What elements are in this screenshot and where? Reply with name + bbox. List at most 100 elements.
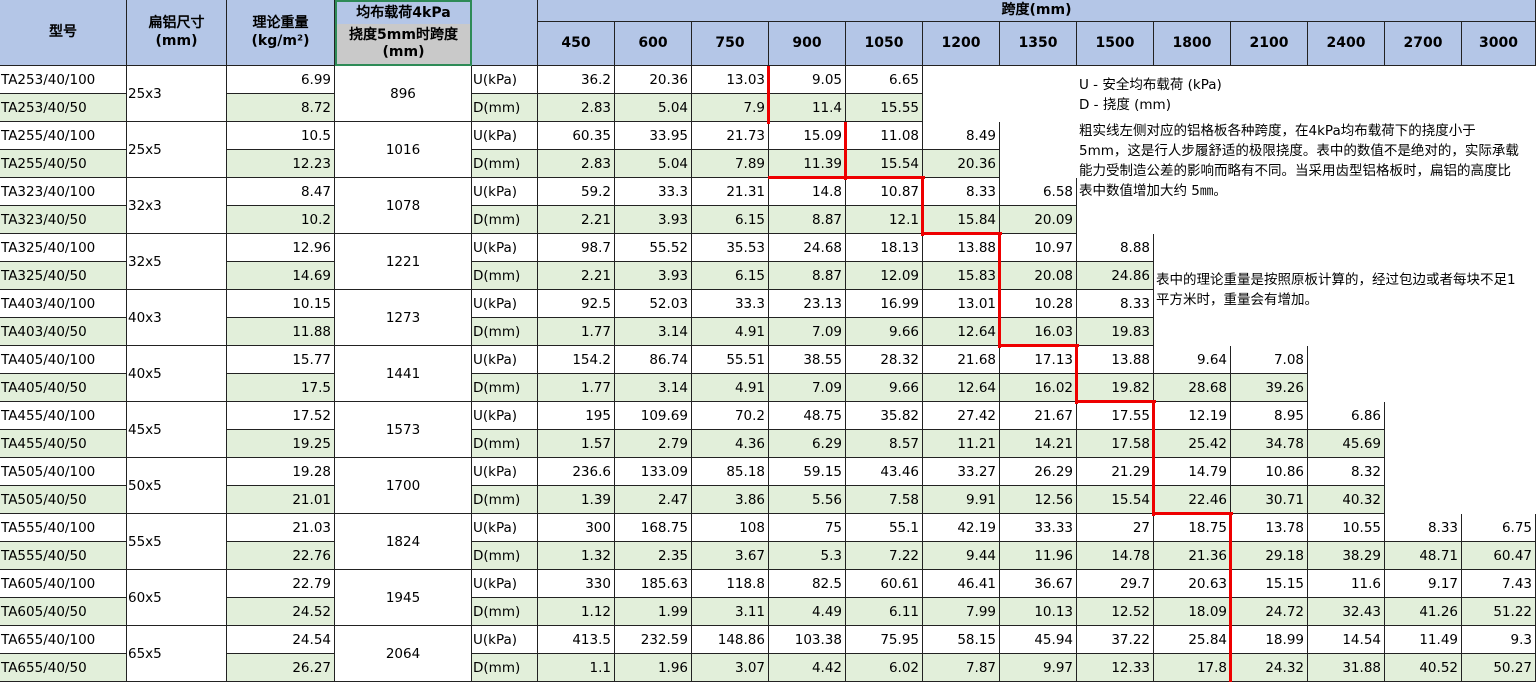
value-cell: 4.91: [692, 374, 769, 402]
value-cell: 27.42: [923, 402, 1000, 430]
header-span-1200-text: 1200: [941, 34, 981, 51]
weight-cell: 11.88: [227, 318, 335, 346]
value-cell: 55.1: [846, 514, 923, 542]
value-cell: 21.67: [1000, 402, 1077, 430]
value-cell: 33.33: [1000, 514, 1077, 542]
value-cell: 10.55: [1308, 514, 1385, 542]
value-cell: 236.6: [538, 458, 615, 486]
header-span-900-text: 900: [792, 34, 822, 51]
value-cell: 59.15: [769, 458, 846, 486]
value-cell: 2.35: [615, 542, 692, 570]
boundary-line-segment: [1153, 512, 1233, 515]
value-cell: 20.09: [1000, 206, 1077, 234]
model-cell: TA455/40/50: [0, 430, 127, 458]
type-cell: U(kPa): [472, 626, 538, 654]
span5-cell: 1016: [335, 122, 472, 178]
value-cell: 35.53: [692, 234, 769, 262]
weight-cell: 8.47: [227, 178, 335, 206]
header-span-2700-text: 2700: [1403, 34, 1443, 51]
value-cell: 9.3: [1462, 626, 1536, 654]
value-cell: 9.64: [1154, 346, 1231, 374]
boundary-line-segment: [767, 66, 770, 124]
value-cell: 20.08: [1000, 262, 1077, 290]
weight-cell: 24.52: [227, 598, 335, 626]
header-type-blank: [472, 0, 538, 66]
header-span-2100-text: 2100: [1249, 34, 1289, 51]
value-cell: 12.33: [1077, 654, 1154, 682]
weight-cell: 17.5: [227, 374, 335, 402]
value-cell: 43.46: [846, 458, 923, 486]
value-cell: 33.95: [615, 122, 692, 150]
value-cell: 10.87: [846, 178, 923, 206]
value-cell: 34.78: [1231, 430, 1308, 458]
type-cell: U(kPa): [472, 122, 538, 150]
type-cell: D(mm): [472, 262, 538, 290]
value-cell: 25.42: [1154, 430, 1231, 458]
value-cell: 7.99: [923, 598, 1000, 626]
value-cell: 45.94: [1000, 626, 1077, 654]
header-span-1500: 1500: [1077, 22, 1154, 66]
header-model: 型号: [0, 0, 127, 66]
span5-cell: 1824: [335, 514, 472, 570]
header-model-text: 型号: [49, 23, 77, 40]
value-cell: 6.02: [846, 654, 923, 682]
value-cell: 1.57: [538, 430, 615, 458]
model-cell: TA253/40/50: [0, 94, 127, 122]
value-cell: 39.26: [1231, 374, 1308, 402]
value-cell: 6.86: [1308, 402, 1385, 430]
value-cell: 21.68: [923, 346, 1000, 374]
value-cell: 300: [538, 514, 615, 542]
span5-cell: 1221: [335, 234, 472, 290]
weight-cell: 8.72: [227, 94, 335, 122]
value-cell: 330: [538, 570, 615, 598]
value-cell: 18.75: [1154, 514, 1231, 542]
value-cell: 7.87: [923, 654, 1000, 682]
value-cell: 10.13: [1000, 598, 1077, 626]
value-cell: 16.03: [1000, 318, 1077, 346]
boundary-line-segment: [844, 122, 847, 180]
value-cell: 92.5: [538, 290, 615, 318]
value-cell: 38.55: [769, 346, 846, 374]
model-cell: TA325/40/100: [0, 234, 127, 262]
header-span-title-text: 跨度(mm): [1001, 1, 1072, 18]
value-cell: 7.43: [1462, 570, 1536, 598]
value-cell: 413.5: [538, 626, 615, 654]
size-cell: 40x3: [127, 290, 227, 346]
boundary-line-segment: [998, 234, 1001, 348]
value-cell: 31.88: [1308, 654, 1385, 682]
value-cell: 24.68: [769, 234, 846, 262]
header-span-3000-text: 3000: [1479, 34, 1518, 51]
value-cell: 6.29: [769, 430, 846, 458]
value-cell: 7.09: [769, 318, 846, 346]
value-cell: 15.09: [769, 122, 846, 150]
value-cell: 3.93: [615, 206, 692, 234]
value-cell: 2.83: [538, 94, 615, 122]
value-cell: 17.13: [1000, 346, 1077, 374]
span5-cell: 896: [335, 66, 472, 122]
value-cell: 11.21: [923, 430, 1000, 458]
header-span-1800: 1800: [1154, 22, 1231, 66]
header-size: 扁铝尺寸 (mm): [127, 0, 227, 66]
size-cell: 50x5: [127, 458, 227, 514]
model-cell: TA655/40/50: [0, 654, 127, 682]
span5-cell: 1700: [335, 458, 472, 514]
value-cell: 9.17: [1385, 570, 1462, 598]
value-cell: 28.32: [846, 346, 923, 374]
value-cell: 2.83: [538, 150, 615, 178]
value-cell: 25.84: [1154, 626, 1231, 654]
value-cell: 8.88: [1077, 234, 1154, 262]
header-span-title: 跨度(mm): [538, 0, 1536, 22]
value-cell: 9.66: [846, 318, 923, 346]
type-cell: U(kPa): [472, 178, 538, 206]
value-cell: 11.49: [1385, 626, 1462, 654]
value-cell: 14.8: [769, 178, 846, 206]
model-cell: TA605/40/50: [0, 598, 127, 626]
value-cell: 46.41: [923, 570, 1000, 598]
header-size-text: 扁铝尺寸 (mm): [148, 15, 205, 49]
header-span-2700: 2700: [1385, 22, 1462, 66]
header-weight-text: 理论重量 (kg/m²): [251, 15, 310, 49]
size-cell: 32x5: [127, 234, 227, 290]
weight-cell: 10.2: [227, 206, 335, 234]
header-load-line1: 均布载荷4kPa: [337, 2, 470, 24]
value-cell: 9.66: [846, 374, 923, 402]
